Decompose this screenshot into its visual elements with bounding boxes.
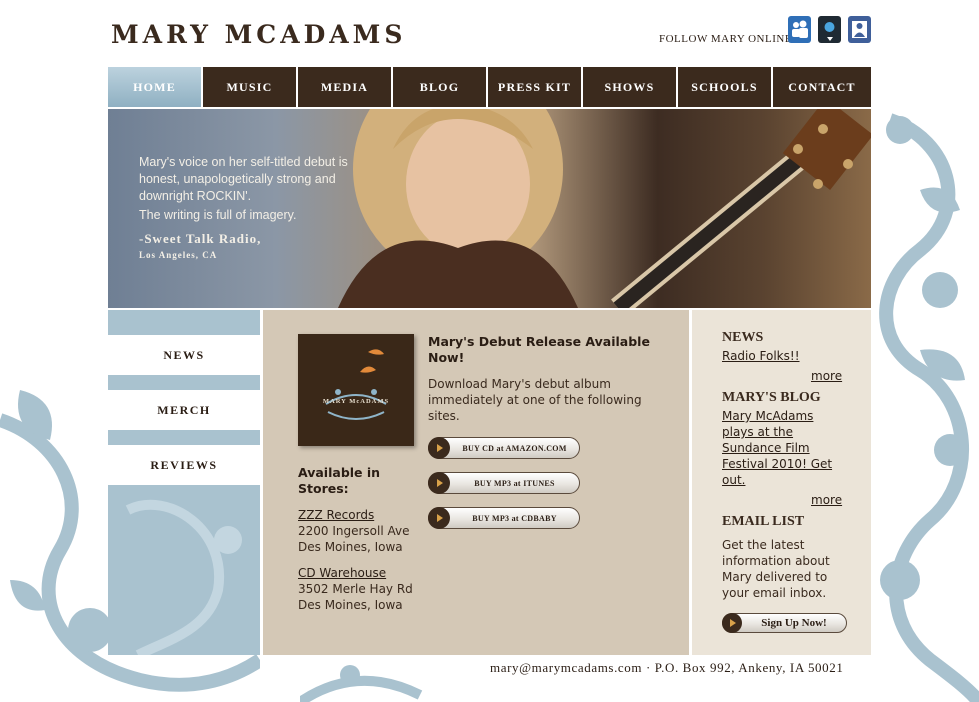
buy-itunes-label: BUY MP3 at ITUNES [474, 478, 555, 488]
follow-label: FOLLOW MARY ONLINE [659, 33, 793, 45]
email-heading: EMAIL LIST [722, 514, 805, 529]
page: MARY MCADAMS FOLLOW MARY ONLINE HOME MUS… [0, 0, 979, 702]
buy-amazon-button[interactable]: BUY CD at AMAZON.COM [428, 437, 580, 459]
decorative-swirl-bottom [300, 665, 423, 702]
decorative-swirl-right [879, 113, 979, 702]
nav-music[interactable]: MUSIC [203, 67, 296, 107]
buy-amazon-label: BUY CD at AMAZON.COM [462, 443, 567, 453]
blog-link[interactable]: Mary McAdams plays at the Sundance Film … [722, 408, 847, 488]
store-2-link[interactable]: CD Warehouse [298, 566, 386, 580]
right-sidebar: NEWS Radio Folks!! more MARY'S BLOG Mary… [692, 310, 871, 655]
nav-schools[interactable]: SCHOOLS [678, 67, 771, 107]
nav-home[interactable]: HOME [108, 67, 201, 107]
nav-home-label: HOME [133, 79, 176, 94]
album-cover[interactable]: MARY McADAMS [298, 334, 414, 446]
nav-media[interactable]: MEDIA [298, 67, 391, 107]
nav-shows[interactable]: SHOWS [583, 67, 676, 107]
nav-media-label: MEDIA [320, 79, 369, 94]
nav-blog-label: BLOG [419, 79, 460, 94]
release-description: Download Mary's debut album immediately … [428, 377, 642, 423]
blog-heading: MARY'S BLOG [722, 390, 821, 405]
nav-blog[interactable]: BLOG [393, 67, 486, 107]
sidebar-reviews-button[interactable]: REVIEWS [108, 445, 260, 485]
store-2-city: Des Moines, Iowa [298, 598, 403, 612]
left-sidebar: NEWS MERCH REVIEWS [108, 310, 260, 655]
store-1-city: Des Moines, Iowa [298, 540, 403, 554]
nav-music-label: MUSIC [226, 79, 273, 94]
nav-schools-label: SCHOOLS [691, 79, 758, 94]
release-title: Mary's Debut Release Available Now! [428, 334, 650, 365]
main-content: MARY McADAMS Mary's Debut Release Availa… [263, 310, 689, 655]
nav-press-kit[interactable]: PRESS KIT [488, 67, 581, 107]
footer-contact: mary@marymcadams.com · P.O. Box 992, Ank… [490, 660, 844, 675]
logo-text: MARY MCADAMS [111, 20, 407, 49]
news-heading: NEWS [722, 330, 764, 345]
twitter-icon[interactable] [818, 16, 841, 43]
myspace-icon[interactable] [788, 16, 811, 43]
buy-cdbaby-label: BUY MP3 at CDBABY [472, 513, 557, 523]
news-link[interactable]: Radio Folks!! [722, 348, 847, 364]
nav-shows-label: SHOWS [604, 79, 655, 94]
sign-up-button[interactable]: Sign Up Now! [722, 613, 847, 633]
facebook-icon[interactable] [848, 16, 871, 43]
store-1-address: 2200 Ingersoll Ave [298, 524, 410, 538]
stores-heading: Available in Stores: [298, 465, 381, 496]
email-description: Get the latest information about Mary de… [722, 538, 830, 600]
nav-contact[interactable]: CONTACT [773, 67, 871, 107]
news-more-link[interactable]: more [811, 369, 842, 383]
album-title: MARY McADAMS [322, 398, 390, 405]
play-icon [428, 472, 450, 494]
quote-source: -Sweet Talk Radio, [139, 231, 262, 246]
hero-banner: Mary's voice on her self-titled debut is… [108, 109, 871, 308]
store-1: ZZZ Records 2200 Ingersoll Ave Des Moine… [298, 507, 438, 555]
sign-up-label: Sign Up Now! [761, 617, 827, 629]
sidebar-merch-button[interactable]: MERCH [108, 390, 260, 430]
blog-more-link[interactable]: more [811, 493, 842, 507]
nav-contact-label: CONTACT [788, 79, 856, 94]
play-icon [722, 613, 742, 633]
buy-cdbaby-button[interactable]: BUY MP3 at CDBABY [428, 507, 580, 529]
press-quote: Mary's voice on her self-titled debut is… [139, 154, 349, 264]
store-1-link[interactable]: ZZZ Records [298, 508, 374, 522]
quote-text-2: The writing is full of imagery. [139, 208, 297, 222]
quote-location: Los Angeles, CA [139, 250, 218, 260]
quote-text-1: Mary's voice on her self-titled debut is… [139, 155, 348, 203]
store-2: CD Warehouse 3502 Merle Hay Rd Des Moine… [298, 565, 438, 613]
main-nav: HOME MUSIC MEDIA BLOG PRESS KIT SHOWS SC… [108, 67, 871, 107]
store-2-address: 3502 Merle Hay Rd [298, 582, 413, 596]
album-art [325, 349, 387, 420]
buy-itunes-button[interactable]: BUY MP3 at ITUNES [428, 472, 580, 494]
play-icon [428, 437, 450, 459]
nav-press-kit-label: PRESS KIT [497, 79, 572, 94]
sidebar-news-button[interactable]: NEWS [108, 335, 260, 375]
site-logo[interactable]: MARY MCADAMS [111, 20, 406, 49]
